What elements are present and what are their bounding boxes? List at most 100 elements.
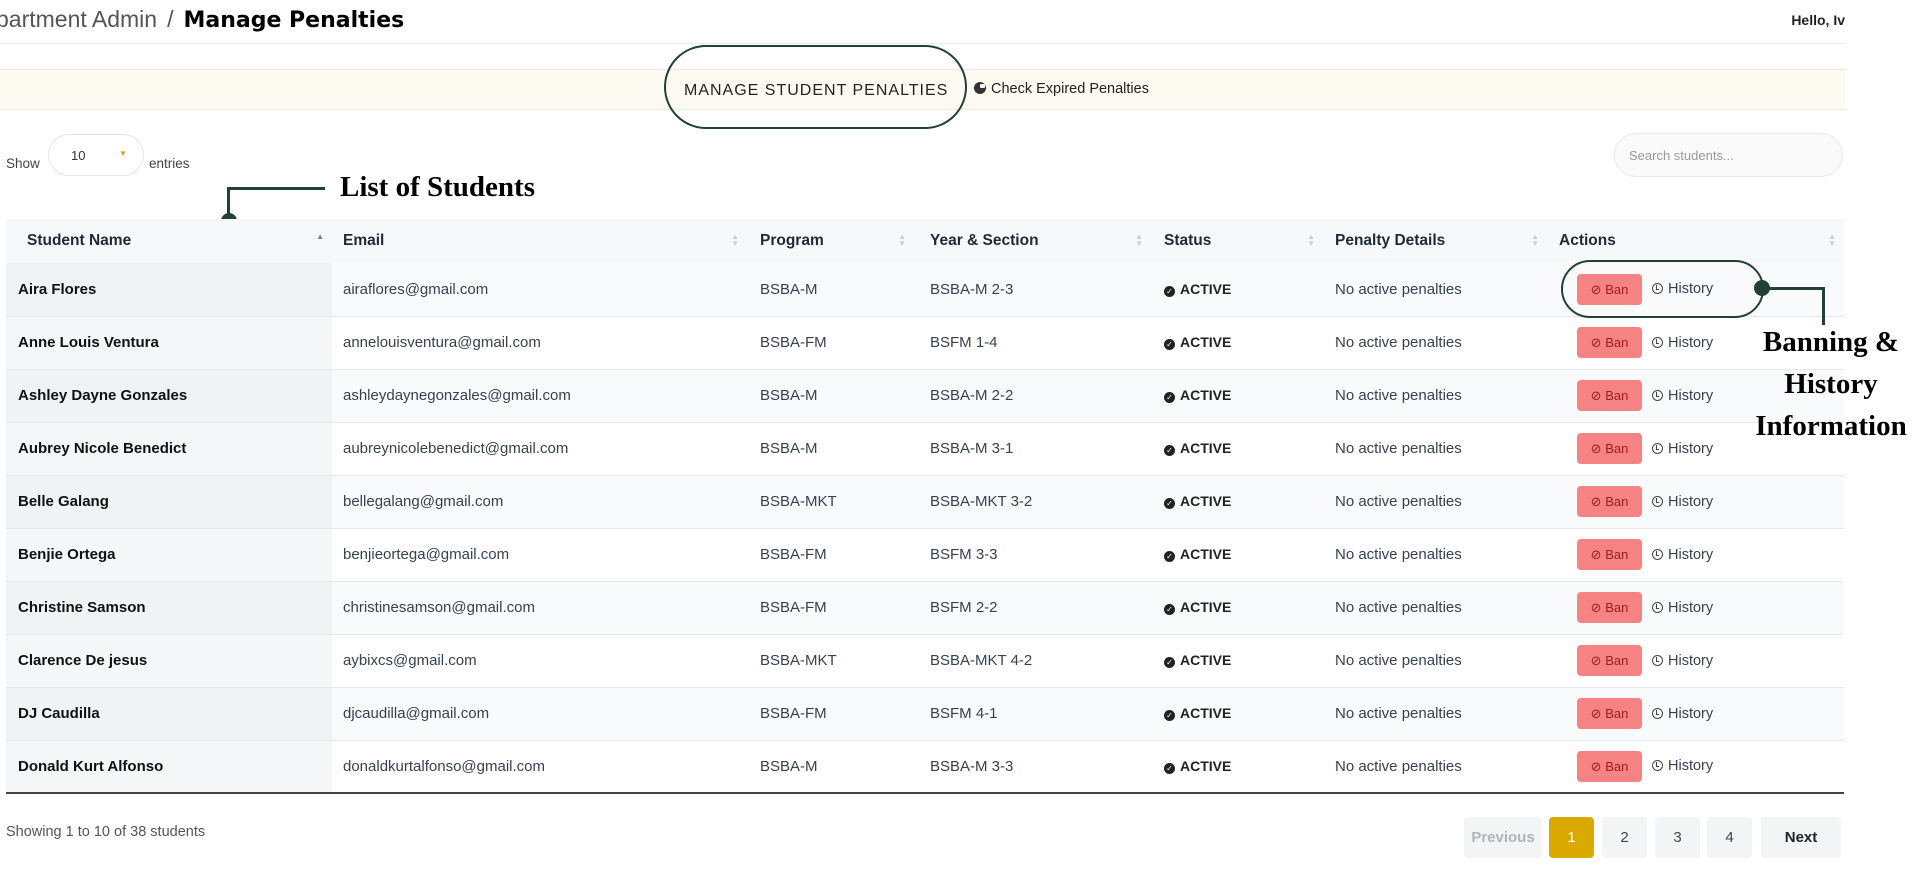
page-button-2[interactable]: 2 <box>1602 817 1647 858</box>
column-header-student-name[interactable]: Student Name ▲ <box>6 219 332 263</box>
history-label: History <box>1668 387 1714 404</box>
page-button-3[interactable]: 3 <box>1655 817 1700 858</box>
student-name-cell: Anne Louis Ventura <box>6 316 332 370</box>
email-cell: benjieortega@gmail.com <box>332 528 747 582</box>
history-button[interactable]: History <box>1652 758 1713 774</box>
entries-select[interactable]: 10 ▼ <box>48 134 144 176</box>
history-label: History <box>1668 758 1714 775</box>
breadcrumb-parent[interactable]: partment Admin <box>0 6 157 32</box>
status-cell: ✓ ACTIVE <box>1151 528 1323 582</box>
ban-button[interactable]: ⊘ Ban <box>1577 645 1642 676</box>
ban-button[interactable]: ⊘ Ban <box>1577 380 1642 411</box>
status-badge: ✓ ACTIVE <box>1164 334 1231 350</box>
ban-label: Ban <box>1605 653 1629 668</box>
year-section-cell: BSFM 1-4 <box>914 316 1151 370</box>
status-text: ACTIVE <box>1180 652 1232 668</box>
table-row: Belle Galang bellegalang@gmail.com BSBA-MK… <box>6 475 1844 529</box>
program-cell: BSBA-M <box>747 740 914 794</box>
status-badge: ✓ ACTIVE <box>1164 546 1231 562</box>
search-input[interactable] <box>1614 133 1843 177</box>
check-circle-icon: ✓ <box>1164 657 1175 668</box>
actions-cell: ⊘ Ban History <box>1547 528 1844 582</box>
ban-button[interactable]: ⊘ Ban <box>1577 750 1642 782</box>
next-page-button[interactable]: Next <box>1761 817 1841 858</box>
table-row: DJ Caudilla djcaudilla@gmail.com BSBA-FM BS… <box>6 687 1844 741</box>
ban-button[interactable]: ⊘ Ban <box>1577 592 1642 623</box>
column-header-penalty-details[interactable]: Penalty Details ▲ ▼ <box>1323 219 1547 263</box>
history-button[interactable]: History <box>1652 441 1713 457</box>
history-label: History <box>1668 493 1714 510</box>
column-header-actions[interactable]: Actions ▲ ▼ <box>1547 219 1844 263</box>
sort-arrows-icon: ▲ ▼ <box>1307 232 1315 248</box>
ban-button[interactable]: ⊘ Ban <box>1577 539 1642 570</box>
history-button[interactable]: History <box>1652 600 1713 616</box>
student-name-cell: Aubrey Nicole Benedict <box>6 422 332 476</box>
penalty-details-cell: No active penalties <box>1323 316 1547 370</box>
top-bar: partment Admin / Manage Penalties Hello, I… <box>0 0 1845 44</box>
check-circle-icon: ✓ <box>1164 498 1175 509</box>
year-section-cell: BSBA-MKT 4-2 <box>914 634 1151 688</box>
page-button-4[interactable]: 4 <box>1707 817 1752 858</box>
sort-arrows-icon: ▲ ▼ <box>1531 232 1539 248</box>
email-cell: annelouisventura@gmail.com <box>332 316 747 370</box>
status-cell: ✓ ACTIVE <box>1151 581 1323 635</box>
email-cell: donaldkurtalfonso@gmail.com <box>332 740 747 794</box>
year-section-cell: BSFM 2-2 <box>914 581 1151 635</box>
program-cell: BSBA-M <box>747 422 914 476</box>
breadcrumb-separator: / <box>167 6 174 32</box>
status-cell: ✓ ACTIVE <box>1151 475 1323 529</box>
history-button[interactable]: History <box>1652 494 1713 510</box>
ban-button[interactable]: ⊘ Ban <box>1577 327 1642 358</box>
ban-button[interactable]: ⊘ Ban <box>1577 698 1642 729</box>
penalty-details-cell: No active penalties <box>1323 369 1547 423</box>
year-section-cell: BSFM 3-3 <box>914 528 1151 582</box>
year-section-cell: BSBA-M 2-3 <box>914 263 1151 317</box>
actions-cell: ⊘ Ban History <box>1547 475 1844 529</box>
history-button[interactable]: History <box>1652 388 1713 404</box>
status-text: ACTIVE <box>1180 705 1232 721</box>
ban-label: Ban <box>1605 335 1629 350</box>
history-button[interactable]: History <box>1652 653 1713 669</box>
ban-label: Ban <box>1605 600 1629 615</box>
status-text: ACTIVE <box>1180 493 1232 509</box>
status-cell: ✓ ACTIVE <box>1151 316 1323 370</box>
student-name-cell: Aira Flores <box>6 263 332 317</box>
column-header-status[interactable]: Status ▲ ▼ <box>1151 219 1323 263</box>
page-button-1[interactable]: 1 <box>1549 817 1594 858</box>
ban-button[interactable]: ⊘ Ban <box>1577 433 1642 464</box>
status-badge: ✓ ACTIVE <box>1164 493 1231 509</box>
table-row: Christine Samson christinesamson@gmail.co… <box>6 581 1844 635</box>
user-greeting[interactable]: Hello, Iv <box>1791 12 1845 28</box>
check-circle-icon: ✓ <box>1164 285 1175 297</box>
history-button[interactable]: History <box>1652 706 1713 722</box>
status-badge: ✓ ACTIVE <box>1164 758 1231 774</box>
history-button[interactable]: History <box>1652 335 1713 351</box>
ban-icon: ⊘ <box>1590 653 1606 668</box>
email-cell: christinesamson@gmail.com <box>332 581 747 635</box>
student-name-cell: DJ Caudilla <box>6 687 332 741</box>
sort-arrows-icon: ▲ ▼ <box>898 232 906 248</box>
previous-page-button[interactable]: Previous <box>1464 817 1542 858</box>
status-badge: ✓ ACTIVE <box>1164 599 1231 615</box>
ban-icon: ⊘ <box>1590 758 1606 774</box>
history-label: History <box>1668 652 1714 669</box>
history-button[interactable]: History <box>1652 547 1713 563</box>
ban-button[interactable]: ⊘ Ban <box>1577 486 1642 517</box>
column-header-year-section[interactable]: Year & Section ▲ ▼ <box>914 219 1151 263</box>
actions-annotation-connector <box>1764 287 1825 290</box>
year-section-cell: BSBA-M 3-1 <box>914 422 1151 476</box>
table-row: Benjie Ortega benjieortega@gmail.com BSBA-… <box>6 528 1844 582</box>
email-cell: djcaudilla@gmail.com <box>332 687 747 741</box>
year-section-cell: BSBA-M 3-3 <box>914 740 1151 794</box>
status-text: ACTIVE <box>1180 757 1232 774</box>
student-name-cell: Benjie Ortega <box>6 528 332 582</box>
penalty-details-cell: No active penalties <box>1323 687 1547 741</box>
table-row: Aubrey Nicole Benedict aubreynicolebenedi… <box>6 422 1844 476</box>
column-header-email[interactable]: Email ▲ ▼ <box>332 219 747 263</box>
history-label: History <box>1668 440 1714 457</box>
check-expired-button[interactable]: Check Expired Penalties <box>974 81 1149 97</box>
history-clock-icon <box>1652 601 1663 613</box>
program-cell: BSBA-M <box>747 263 914 317</box>
history-clock-icon <box>1652 760 1663 772</box>
column-header-program[interactable]: Program ▲ ▼ <box>747 219 914 263</box>
